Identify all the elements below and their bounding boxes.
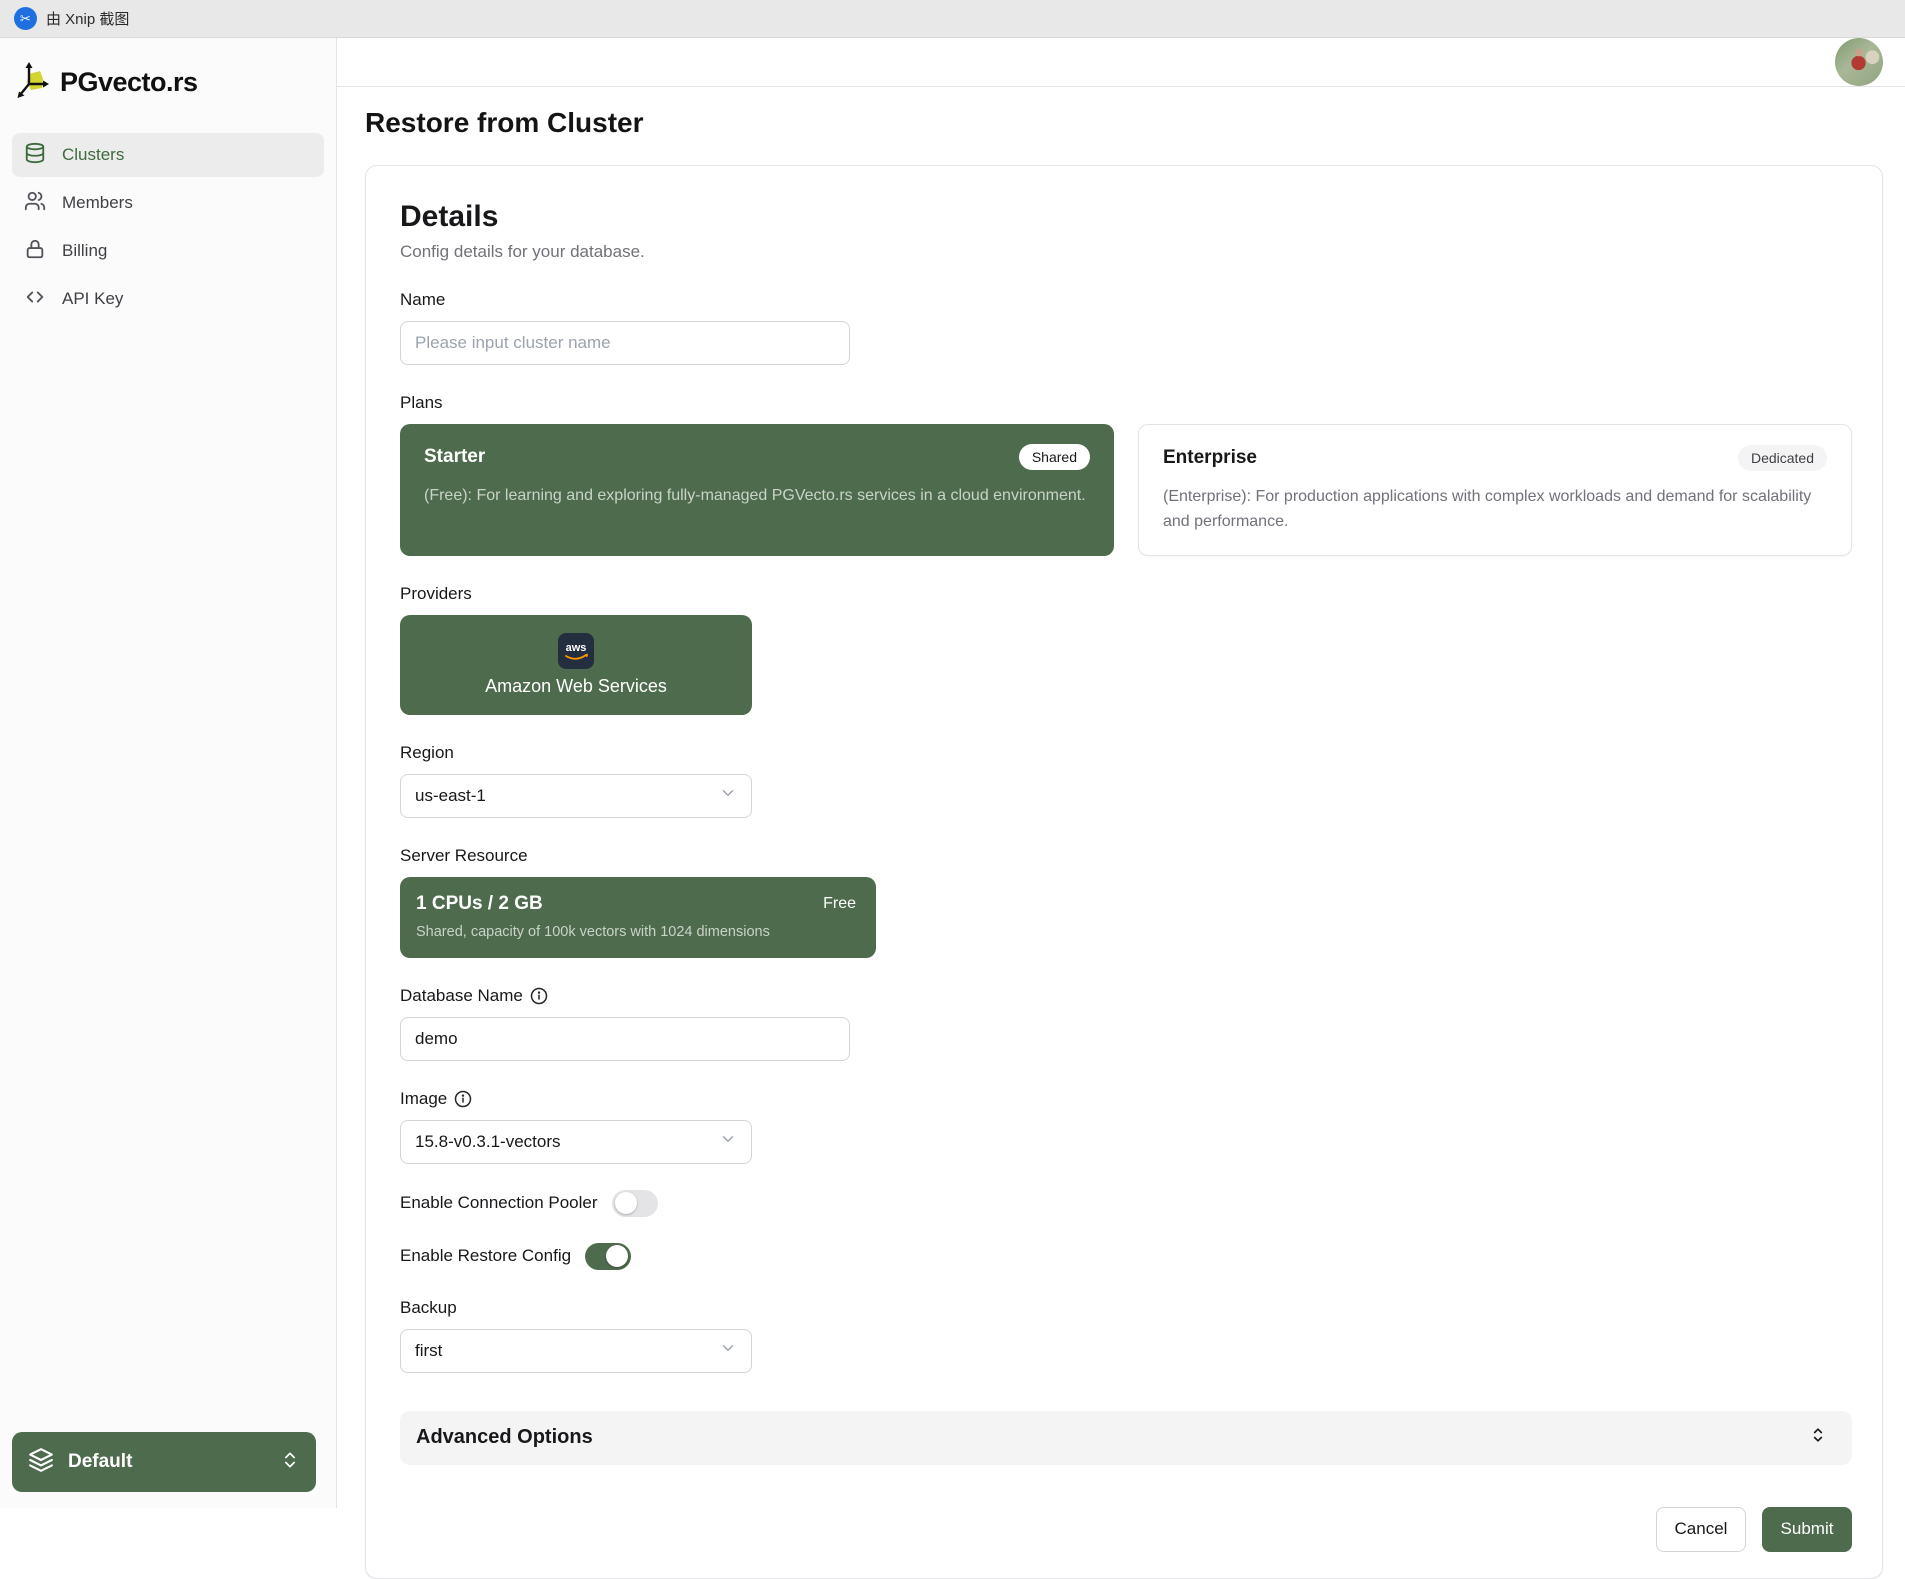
cluster-name-input[interactable]: [400, 321, 850, 365]
page-content: Restore from Cluster Details Config deta…: [337, 87, 1905, 1579]
plans-label: Plans: [400, 393, 1852, 413]
details-card: Details Config details for your database…: [365, 165, 1883, 1579]
resource-price-badge: Free: [823, 895, 856, 913]
section-title: Details: [400, 200, 1852, 234]
provider-card-aws[interactable]: aws Amazon Web Services: [400, 615, 752, 715]
image-value: 15.8-v0.3.1-vectors: [415, 1132, 561, 1152]
sidebar-item-label: API Key: [62, 289, 123, 309]
sidebar-item-members[interactable]: Members: [12, 181, 324, 225]
resource-title: 1 CPUs / 2 GB: [416, 893, 543, 915]
users-icon: [24, 190, 46, 217]
capture-bar-label: 由 Xnip 截图: [46, 8, 129, 29]
info-icon[interactable]: [530, 987, 548, 1005]
chevrons-up-down-icon: [1808, 1425, 1828, 1450]
connection-pooler-row: Enable Connection Pooler: [400, 1190, 1852, 1217]
plan-card-starter[interactable]: Starter Shared (Free): For learning and …: [400, 424, 1114, 556]
plan-badge: Dedicated: [1738, 445, 1827, 471]
connection-pooler-toggle[interactable]: [612, 1190, 658, 1217]
chevrons-up-down-icon: [280, 1450, 300, 1475]
database-icon: [24, 142, 46, 169]
plan-badge: Shared: [1019, 444, 1090, 470]
sidebar: PGvecto.rs Clusters Members Billing: [0, 38, 337, 1508]
name-label: Name: [400, 290, 1852, 310]
restore-config-label: Enable Restore Config: [400, 1246, 571, 1266]
region-label: Region: [400, 743, 1852, 763]
main-area: Restore from Cluster Details Config deta…: [337, 38, 1905, 1508]
plan-card-enterprise[interactable]: Enterprise Dedicated (Enterprise): For p…: [1138, 424, 1852, 556]
backup-value: first: [415, 1341, 442, 1361]
workspace-name: Default: [68, 1451, 266, 1473]
sidebar-nav: Clusters Members Billing API Key: [0, 125, 336, 329]
topbar: [337, 38, 1905, 87]
advanced-options-toggle[interactable]: Advanced Options: [400, 1411, 1852, 1465]
code-icon: [24, 286, 46, 313]
sidebar-item-label: Clusters: [62, 145, 124, 165]
chevron-down-icon: [719, 1339, 737, 1362]
chevron-down-icon: [719, 1130, 737, 1153]
pgvecto-cube-icon: [16, 60, 50, 105]
region-value: us-east-1: [415, 786, 486, 806]
image-select[interactable]: 15.8-v0.3.1-vectors: [400, 1120, 752, 1164]
database-name-label: Database Name: [400, 986, 1852, 1006]
cancel-button[interactable]: Cancel: [1656, 1507, 1746, 1552]
server-resource-card[interactable]: 1 CPUs / 2 GB Free Shared, capacity of 1…: [400, 877, 876, 958]
section-subtitle: Config details for your database.: [400, 242, 1852, 262]
sidebar-item-billing[interactable]: Billing: [12, 229, 324, 273]
restore-config-toggle[interactable]: [585, 1243, 631, 1270]
svg-text:aws: aws: [566, 642, 587, 654]
workspace-selector[interactable]: Default: [12, 1432, 316, 1492]
sidebar-item-label: Billing: [62, 241, 107, 261]
plans-grid: Starter Shared (Free): For learning and …: [400, 424, 1852, 556]
brand-logo[interactable]: PGvecto.rs: [0, 38, 336, 125]
plan-name: Enterprise: [1163, 447, 1257, 469]
aws-icon: aws: [558, 633, 594, 669]
server-resource-label: Server Resource: [400, 846, 1852, 866]
backup-select[interactable]: first: [400, 1329, 752, 1373]
scissors-icon: ✂: [14, 7, 37, 30]
backup-label: Backup: [400, 1298, 1852, 1318]
chevron-down-icon: [719, 784, 737, 807]
page-title: Restore from Cluster: [365, 107, 1883, 139]
image-label: Image: [400, 1089, 1852, 1109]
sidebar-item-clusters[interactable]: Clusters: [12, 133, 324, 177]
brand-name: PGvecto.rs: [60, 67, 198, 98]
region-select[interactable]: us-east-1: [400, 774, 752, 818]
screenshot-capture-bar: ✂ 由 Xnip 截图: [0, 0, 1905, 38]
database-name-input[interactable]: [400, 1017, 850, 1061]
user-avatar[interactable]: [1835, 38, 1883, 86]
layers-icon: [28, 1447, 54, 1478]
connection-pooler-label: Enable Connection Pooler: [400, 1193, 598, 1213]
form-actions: Cancel Submit: [400, 1507, 1852, 1552]
providers-label: Providers: [400, 584, 1852, 604]
plan-description: (Enterprise): For production application…: [1163, 485, 1827, 535]
lock-icon: [24, 238, 46, 265]
provider-name: Amazon Web Services: [485, 676, 667, 697]
sidebar-item-api-key[interactable]: API Key: [12, 277, 324, 321]
resource-description: Shared, capacity of 100k vectors with 10…: [416, 924, 856, 940]
restore-config-row: Enable Restore Config: [400, 1243, 1852, 1270]
info-icon[interactable]: [454, 1090, 472, 1108]
plan-description: (Free): For learning and exploring fully…: [424, 484, 1090, 509]
plan-name: Starter: [424, 446, 485, 468]
advanced-options-label: Advanced Options: [416, 1426, 593, 1449]
sidebar-item-label: Members: [62, 193, 133, 213]
submit-button[interactable]: Submit: [1762, 1507, 1852, 1552]
